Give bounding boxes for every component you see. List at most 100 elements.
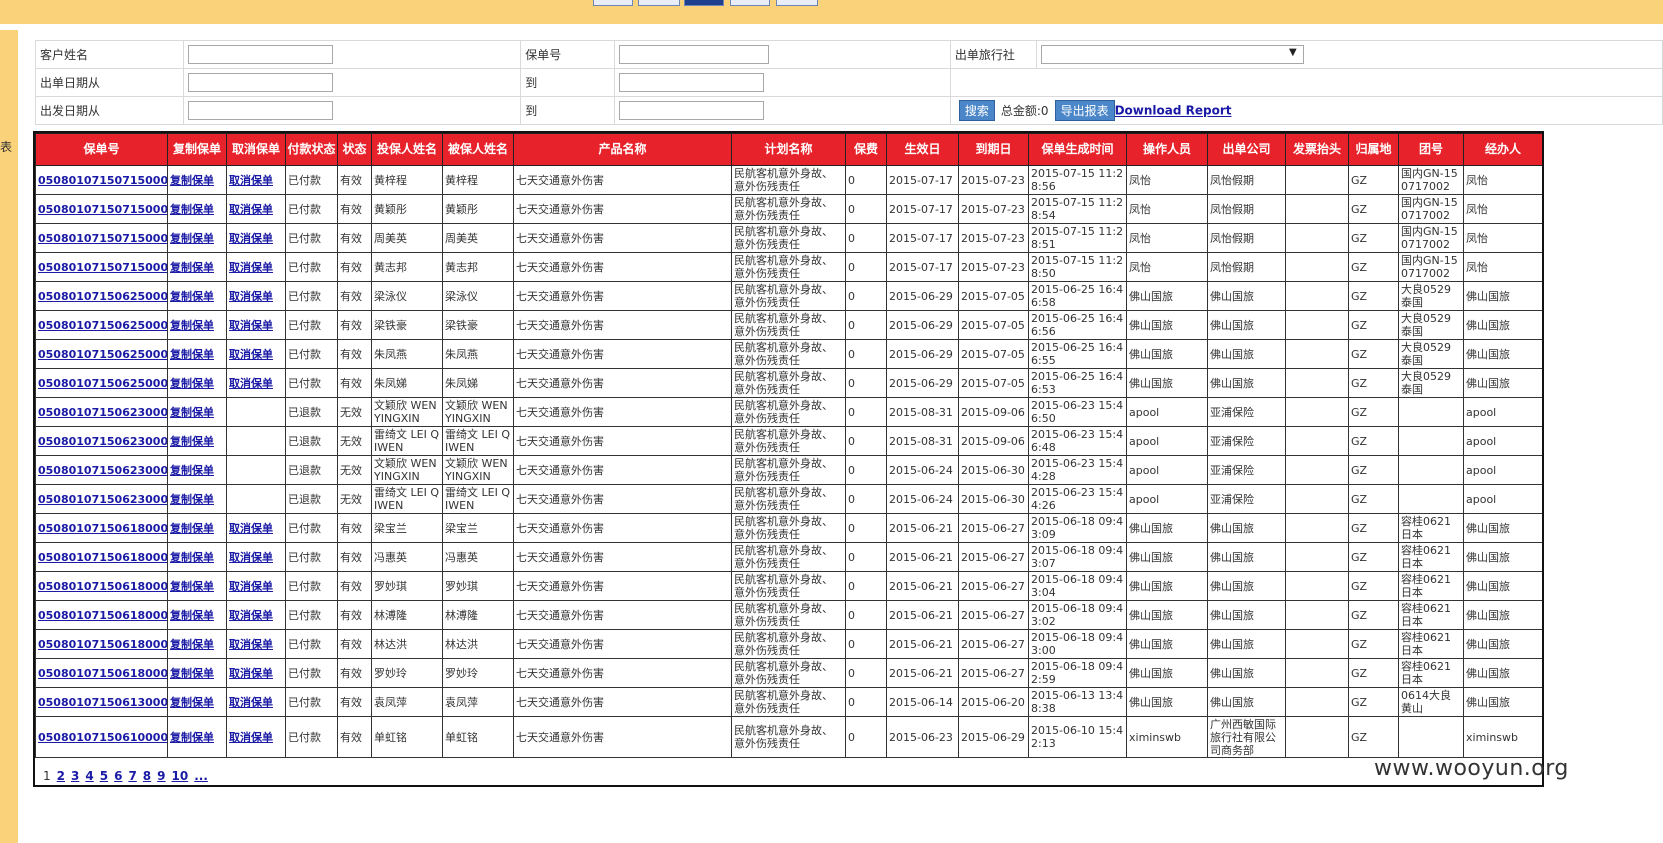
policy-number-link[interactable]: 0508010715062500002 xyxy=(38,348,167,361)
copy-policy-link[interactable]: 复制保单 xyxy=(170,667,214,680)
copy-policy-link[interactable]: 复制保单 xyxy=(170,290,214,303)
cancel-policy-link[interactable]: 取消保单 xyxy=(229,638,273,651)
cell-status: 有效 xyxy=(337,310,372,340)
cancel-policy-link[interactable]: 取消保单 xyxy=(229,696,273,709)
policy-number-link[interactable]: 0508010715062300001 xyxy=(38,493,167,506)
cancel-policy-link[interactable]: 取消保单 xyxy=(229,609,273,622)
policy-number-link[interactable]: 0508010715071500001 xyxy=(38,261,167,274)
table-row: 0508010715061000003复制保单取消保单已付款有效单虹铭单虹铭七天… xyxy=(35,716,1542,758)
copy-policy-link[interactable]: 复制保单 xyxy=(170,203,214,216)
cancel-policy-link[interactable]: 取消保单 xyxy=(229,261,273,274)
page-link[interactable]: ... xyxy=(194,769,208,783)
copy-policy-link[interactable]: 复制保单 xyxy=(170,464,214,477)
policy-number-link[interactable]: 0508010715062500003 xyxy=(38,319,167,332)
page-link[interactable]: 6 xyxy=(114,769,122,783)
cell-status: 有效 xyxy=(337,687,372,717)
policy-number-link[interactable]: 0508010715062500004 xyxy=(38,290,167,303)
cancel-policy-link[interactable]: 取消保单 xyxy=(229,319,273,332)
cell-end: 2015-06-29 xyxy=(958,716,1029,758)
cancel-policy-link[interactable]: 取消保单 xyxy=(229,174,273,187)
cell-created: 2015-07-15 11:28:56 xyxy=(1028,165,1127,195)
top-button-4[interactable] xyxy=(730,0,770,6)
copy-policy-link[interactable]: 复制保单 xyxy=(170,580,214,593)
policy-number-link[interactable]: 0508010715061000003 xyxy=(38,731,167,744)
issue-date-to-input[interactable] xyxy=(618,73,764,92)
policy-number-link[interactable]: 0508010715061800003 xyxy=(38,609,167,622)
cell-fee: 0 xyxy=(845,223,887,253)
cell-product: 七天交通意外伤害 xyxy=(513,223,732,253)
copy-policy-link[interactable]: 复制保单 xyxy=(170,493,214,506)
cell-start: 2015-06-29 xyxy=(886,281,959,311)
copy-policy-link[interactable]: 复制保单 xyxy=(170,551,214,564)
cancel-policy-link[interactable]: 取消保单 xyxy=(229,348,273,361)
policy-number-link[interactable]: 0508010715061800004 xyxy=(38,580,167,593)
issue-date-from-input[interactable] xyxy=(188,73,334,92)
cancel-policy-link[interactable]: 取消保单 xyxy=(229,551,273,564)
page-link[interactable]: 9 xyxy=(157,769,165,783)
copy-policy-link[interactable]: 复制保单 xyxy=(170,261,214,274)
cell-cancel xyxy=(226,397,286,427)
cancel-policy-link[interactable]: 取消保单 xyxy=(229,290,273,303)
cancel-policy-link[interactable]: 取消保单 xyxy=(229,580,273,593)
policy-number-link[interactable]: 0508010715061800006 xyxy=(38,522,167,535)
cell-agent: 佛山国旅 xyxy=(1463,687,1542,717)
depart-date-to-input[interactable] xyxy=(618,101,764,120)
cell-company: 佛山国旅 xyxy=(1207,571,1286,601)
cancel-policy-link[interactable]: 取消保单 xyxy=(229,232,273,245)
search-button[interactable]: 搜索 xyxy=(958,100,995,121)
cell-agent: 佛山国旅 xyxy=(1463,368,1542,398)
cancel-policy-link[interactable]: 取消保单 xyxy=(229,667,273,680)
page-link[interactable]: 10 xyxy=(172,769,189,783)
copy-policy-link[interactable]: 复制保单 xyxy=(170,232,214,245)
copy-policy-link[interactable]: 复制保单 xyxy=(170,406,214,419)
page-link[interactable]: 3 xyxy=(71,769,79,783)
policy-number-link[interactable]: 0508010715071500003 xyxy=(38,203,167,216)
copy-policy-link[interactable]: 复制保单 xyxy=(170,609,214,622)
cancel-policy-link[interactable]: 取消保单 xyxy=(229,203,273,216)
copy-policy-link[interactable]: 复制保单 xyxy=(170,348,214,361)
top-button-3[interactable] xyxy=(684,0,724,6)
cell-company: 亚浦保险 xyxy=(1207,455,1286,485)
copy-policy-link[interactable]: 复制保单 xyxy=(170,319,214,332)
copy-policy-link[interactable]: 复制保单 xyxy=(170,696,214,709)
policy-number-link[interactable]: 0508010715062500001 xyxy=(38,377,167,390)
page-link[interactable]: 4 xyxy=(85,769,93,783)
cancel-policy-link[interactable]: 取消保单 xyxy=(229,377,273,390)
policy-no-input[interactable] xyxy=(618,45,769,64)
cell-region: GZ xyxy=(1348,165,1399,195)
cell-agent: 佛山国旅 xyxy=(1463,658,1542,688)
policy-number-link[interactable]: 0508010715062300004 xyxy=(38,406,167,419)
cell-status: 有效 xyxy=(337,194,372,224)
policy-number-link[interactable]: 0508010715062300002 xyxy=(38,464,167,477)
policy-number-link[interactable]: 0508010715061300001 xyxy=(38,696,167,709)
cell-product: 七天交通意外伤害 xyxy=(513,165,732,195)
policy-number-link[interactable]: 0508010715071500004 xyxy=(38,174,167,187)
copy-policy-link[interactable]: 复制保单 xyxy=(170,638,214,651)
policy-number-link[interactable]: 0508010715062300003 xyxy=(38,435,167,448)
policy-number-link[interactable]: 0508010715061800005 xyxy=(38,551,167,564)
policy-number-link[interactable]: 0508010715061800001 xyxy=(38,667,167,680)
copy-policy-link[interactable]: 复制保单 xyxy=(170,522,214,535)
top-button-1[interactable] xyxy=(593,0,633,6)
page-link[interactable]: 8 xyxy=(143,769,151,783)
depart-date-from-input[interactable] xyxy=(188,101,334,120)
top-button-5[interactable] xyxy=(776,0,818,6)
download-report-link[interactable]: Download Report xyxy=(1115,104,1232,118)
cancel-policy-link[interactable]: 取消保单 xyxy=(229,522,273,535)
page-link[interactable]: 5 xyxy=(100,769,108,783)
copy-policy-link[interactable]: 复制保单 xyxy=(170,435,214,448)
customer-name-input[interactable] xyxy=(188,45,334,64)
export-button[interactable]: 导出报表 xyxy=(1054,100,1115,121)
agency-select[interactable]: ▼ xyxy=(1040,45,1304,64)
cell-start: 2015-06-21 xyxy=(886,571,959,601)
cancel-policy-link[interactable]: 取消保单 xyxy=(229,731,273,744)
copy-policy-link[interactable]: 复制保单 xyxy=(170,377,214,390)
cell-plan: 民航客机意外身故、意外伤残责任 xyxy=(731,542,846,572)
page-link[interactable]: 2 xyxy=(57,769,65,783)
policy-number-link[interactable]: 0508010715071500002 xyxy=(38,232,167,245)
copy-policy-link[interactable]: 复制保单 xyxy=(170,174,214,187)
policy-number-link[interactable]: 0508010715061800002 xyxy=(38,638,167,651)
page-link[interactable]: 7 xyxy=(128,769,136,783)
copy-policy-link[interactable]: 复制保单 xyxy=(170,731,214,744)
top-button-2[interactable] xyxy=(638,0,680,6)
